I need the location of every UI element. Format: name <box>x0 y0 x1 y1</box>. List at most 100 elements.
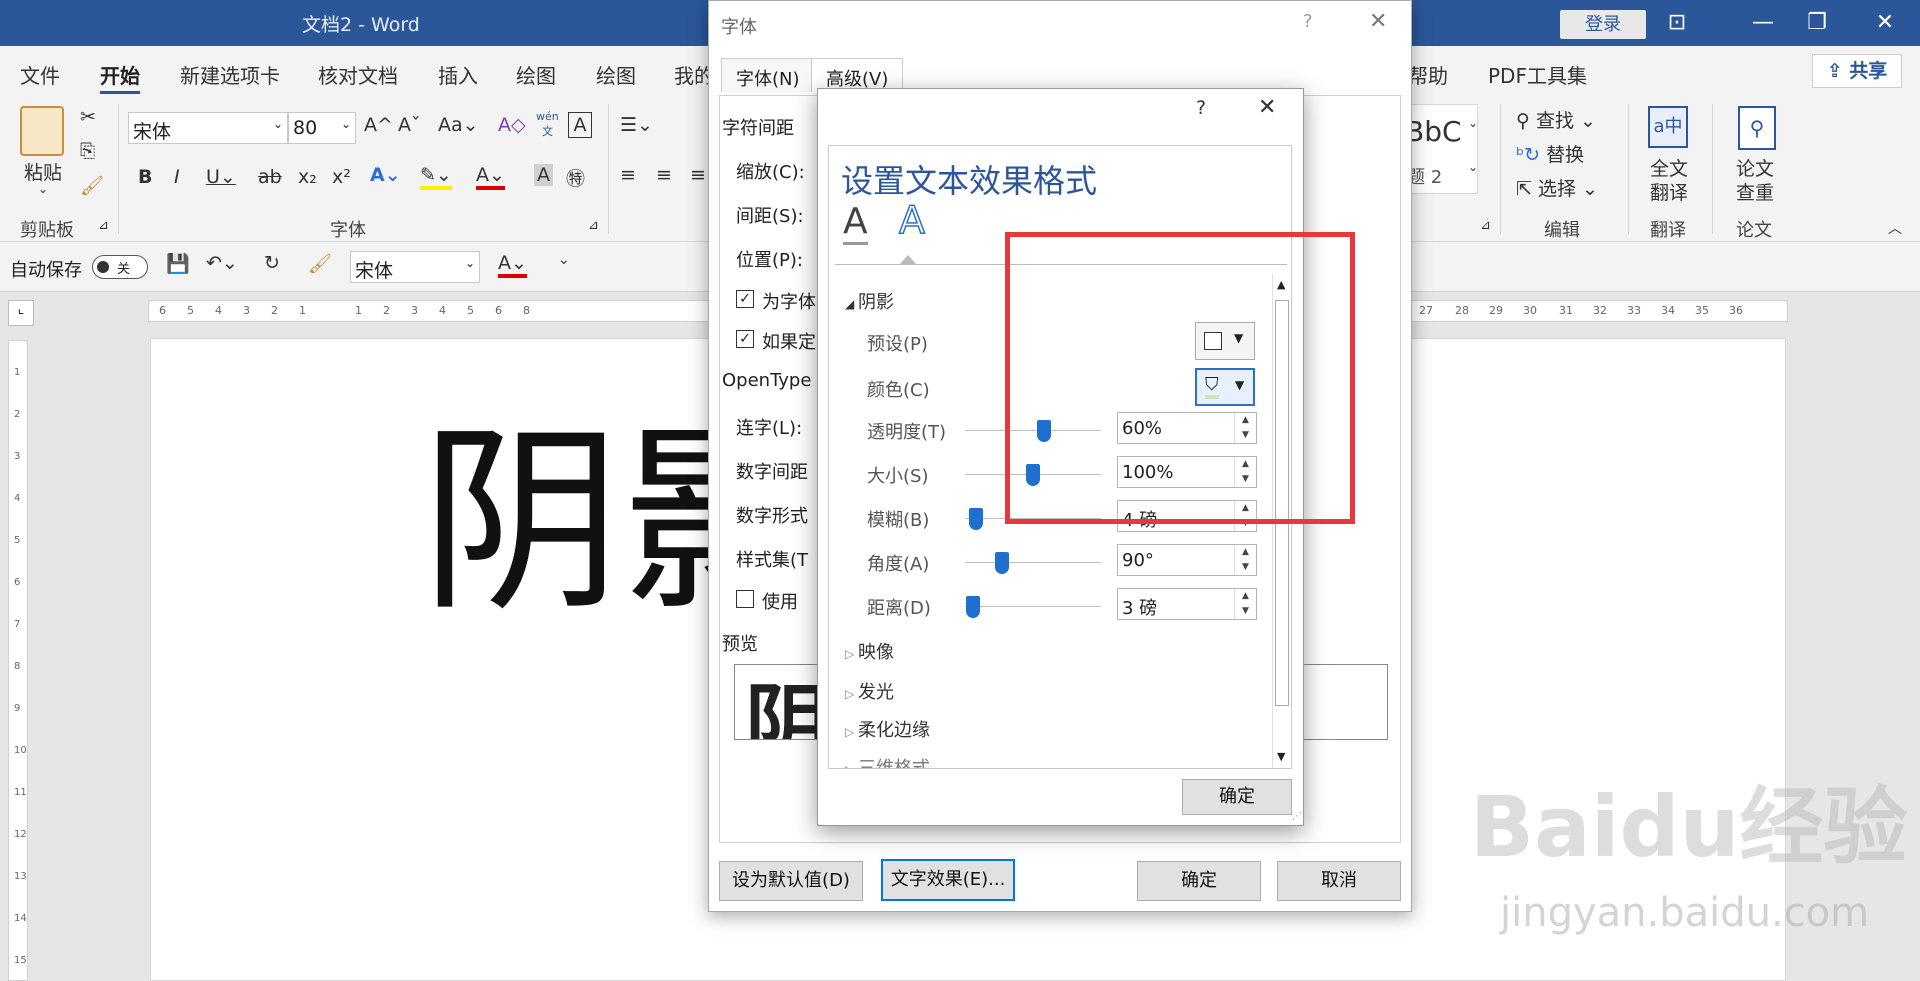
close-icon[interactable]: ✕ <box>1258 95 1276 120</box>
italic-icon[interactable]: I <box>174 166 180 188</box>
align-right-icon[interactable]: ≡ <box>690 164 706 186</box>
value-spinner[interactable]: 90° ▲ ▼ <box>1117 544 1257 576</box>
tab-font[interactable]: 字体(N) <box>721 58 815 92</box>
styles-launcher-icon[interactable]: ⊿ <box>1480 218 1491 233</box>
paper-check-label-2[interactable]: 查重 <box>1736 178 1774 205</box>
align-left-icon[interactable]: ≡ <box>620 164 636 186</box>
tab-selector-icon[interactable]: ⌞ <box>8 300 34 326</box>
help-icon[interactable]: ? <box>1303 11 1313 32</box>
font-launcher-icon[interactable]: ⊿ <box>588 218 599 233</box>
kerning-checkbox[interactable]: ✓ <box>736 290 754 308</box>
shrink-font-icon[interactable]: Aˇ <box>398 114 421 136</box>
text-effects-icon[interactable]: A⌄ <box>370 164 401 186</box>
format-painter-icon[interactable]: 🖌 <box>308 252 332 275</box>
subscript-icon[interactable]: x₂ <box>298 166 317 188</box>
close-icon[interactable]: ✕ <box>1369 9 1387 34</box>
text-effects-button[interactable]: 文字效果(E)... <box>881 859 1015 901</box>
char-border-icon[interactable]: A <box>568 112 592 138</box>
style-scroll-down-icon[interactable]: ⌄ <box>1468 116 1478 130</box>
spinner-value[interactable]: 90° <box>1122 550 1154 571</box>
glow-section[interactable]: ▷ 发光 <box>845 678 894 704</box>
redo-icon[interactable]: ↻ <box>264 252 280 274</box>
full-translate-label-2[interactable]: 翻译 <box>1650 178 1688 205</box>
find-button[interactable]: ⚲ 查找 ⌄ <box>1516 106 1596 133</box>
bullets-icon[interactable]: ☰⌄ <box>620 114 653 136</box>
translate-icon[interactable]: a中 <box>1648 106 1688 148</box>
close-window-icon[interactable]: ✕ <box>1870 8 1900 38</box>
tab-help[interactable]: 帮助 <box>1408 60 1448 89</box>
reflection-section[interactable]: ▷ 映像 <box>845 638 894 664</box>
font-ok-button[interactable]: 确定 <box>1137 861 1261 901</box>
replace-button[interactable]: ᵇ↻ 替换 <box>1516 140 1584 167</box>
clipboard-launcher-icon[interactable]: ⊿ <box>98 218 109 233</box>
tab-draw-1[interactable]: 绘图 <box>516 60 556 89</box>
restore-icon[interactable]: ❐ <box>1802 8 1832 38</box>
value-spinner[interactable]: 3 磅 ▲ ▼ <box>1117 588 1257 620</box>
tab-new[interactable]: 新建选项卡 <box>180 60 280 89</box>
font-color-icon[interactable]: A⌄ <box>498 252 527 278</box>
help-icon[interactable]: ? <box>1196 97 1206 119</box>
bold-icon[interactable]: B <box>138 166 152 188</box>
spinner-value[interactable]: 3 磅 <box>1122 594 1157 620</box>
shadow-section[interactable]: ◢ 阴影 <box>845 288 894 314</box>
minimize-icon[interactable]: — <box>1748 8 1778 38</box>
spinner-arrows-icon[interactable]: ▲ ▼ <box>1234 545 1256 575</box>
tab-advanced[interactable]: 高级(V) <box>811 58 904 92</box>
undo-icon[interactable]: ↶⌄ <box>206 252 238 274</box>
customize-qat-icon[interactable]: ⌄ <box>558 252 570 268</box>
tab-insert[interactable]: 插入 <box>438 60 478 89</box>
tab-pdf-tools[interactable]: PDF工具集 <box>1488 60 1587 89</box>
text-effects-tab-icon[interactable]: A <box>898 199 926 241</box>
enclose-char-icon[interactable]: ㊕ <box>566 164 585 191</box>
cut-icon[interactable]: ✂ <box>80 106 96 128</box>
align-center-icon[interactable]: ≡ <box>656 164 672 186</box>
paste-icon[interactable] <box>20 106 64 156</box>
highlight-icon[interactable]: ✎⌄ <box>420 164 452 190</box>
vertical-ruler[interactable]: 1 2 3 4 5 6 7 8 9 10 11 12 13 14 15 <box>8 340 28 981</box>
copy-icon[interactable]: ⎘ <box>80 140 95 162</box>
effects-ok-button[interactable]: 确定 <box>1182 779 1292 815</box>
login-button[interactable]: 登录 <box>1560 10 1646 39</box>
grow-font-icon[interactable]: A^ <box>364 114 393 136</box>
char-shading-icon[interactable]: A <box>534 164 553 186</box>
strikethrough-icon[interactable]: ab <box>258 166 282 188</box>
phonetic-guide-icon[interactable]: wén 文 <box>536 110 559 139</box>
select-button[interactable]: ⇱ 选择 ⌄ <box>1516 174 1598 201</box>
style-gallery[interactable]: BbC 题 2 <box>1404 104 1478 194</box>
text-fill-icon[interactable]: A <box>843 202 868 245</box>
slider-thumb[interactable] <box>966 596 981 618</box>
tab-file[interactable]: 文件 <box>20 60 60 89</box>
change-case-button[interactable]: Aa⌄ <box>438 114 479 136</box>
tab-home[interactable]: 开始 <box>100 60 140 94</box>
qat-font-combo[interactable]: 宋体 ⌄ <box>350 251 480 283</box>
share-button[interactable]: ⇪ 共享 <box>1812 54 1902 88</box>
resize-grip-icon[interactable]: ⋰ <box>1292 811 1302 822</box>
scroll-down-icon[interactable]: ▼ <box>1277 750 1285 763</box>
spinner-arrows-icon[interactable]: ▲ ▼ <box>1234 589 1256 619</box>
font-cancel-button[interactable]: 取消 <box>1277 861 1401 901</box>
save-icon[interactable]: 💾 <box>166 252 190 275</box>
full-translate-label[interactable]: 全文 <box>1650 154 1688 181</box>
collapse-ribbon-icon[interactable]: ︿ <box>1888 218 1902 238</box>
set-default-button[interactable]: 设为默认值(D) <box>719 861 863 901</box>
slider-track[interactable] <box>965 562 1101 563</box>
tab-draw-2[interactable]: 绘图 <box>596 60 636 89</box>
font-color-icon[interactable]: A⌄ <box>476 164 505 190</box>
style-more-icon[interactable]: ⌄ <box>1468 160 1478 174</box>
slider-thumb[interactable] <box>994 552 1009 574</box>
autosave-toggle[interactable]: 关 <box>92 255 148 279</box>
paper-check-icon[interactable]: ⚲ <box>1738 106 1776 150</box>
soft-edge-section[interactable]: ▷ 柔化边缘 <box>845 716 930 742</box>
slider-thumb[interactable] <box>968 508 983 530</box>
underline-icon[interactable]: U⌄ <box>206 166 236 188</box>
paste-dropdown-icon[interactable]: ⌄ <box>38 182 48 196</box>
ribbon-display-icon[interactable]: ⊡ <box>1662 8 1692 38</box>
format-painter-icon[interactable]: 🖌 <box>80 174 104 197</box>
font-size-combo[interactable]: 80 ⌄ <box>288 112 356 144</box>
paste-label[interactable]: 粘贴 <box>24 158 62 185</box>
contextual-alternates-checkbox[interactable] <box>736 590 754 608</box>
paper-check-label[interactable]: 论文 <box>1736 154 1774 181</box>
superscript-icon[interactable]: x² <box>332 166 351 188</box>
slider-track[interactable] <box>965 606 1101 607</box>
clear-format-icon[interactable]: A◇ <box>498 114 526 136</box>
